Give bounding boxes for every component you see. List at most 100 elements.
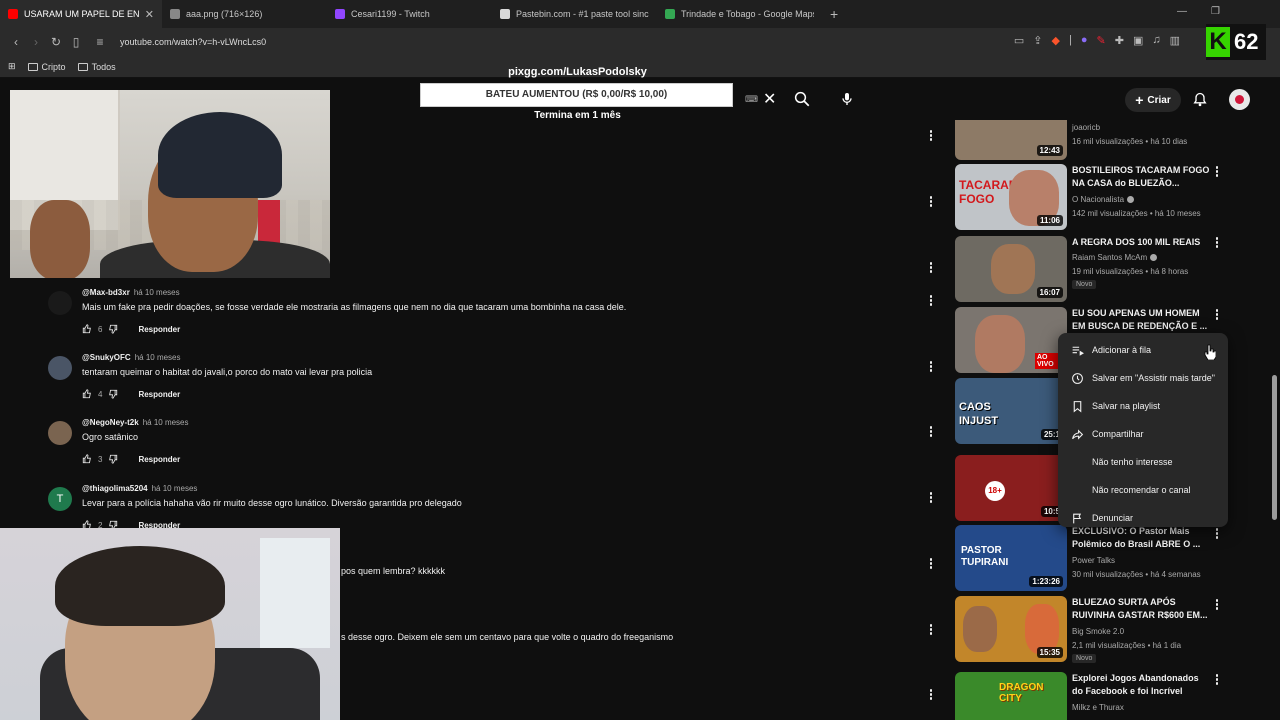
video-title[interactable]: EU SOU APENAS UM HOMEM EM BUSCA DE REDEN…	[1072, 307, 1212, 333]
new-tab-icon[interactable]: +	[830, 6, 838, 22]
bookmark-folder-todos[interactable]: Todos	[77, 62, 116, 72]
like-icon[interactable]	[82, 389, 92, 399]
menu-item-not-interested[interactable]: Não tenho interesse	[1058, 448, 1228, 476]
dislike-icon[interactable]	[108, 454, 118, 464]
like-icon[interactable]	[82, 324, 92, 334]
video-menu-icon[interactable]	[1215, 309, 1219, 321]
comment-author[interactable]: @thiagolima5204 há 10 meses	[82, 484, 197, 493]
apps-grid-icon[interactable]: ⊞	[8, 61, 16, 72]
tab-twitch[interactable]: Cesari1199 - Twitch	[327, 0, 492, 28]
comment-menu-icon[interactable]	[929, 624, 933, 636]
video-thumbnail[interactable]: CAOS INJUST 25:1	[955, 378, 1067, 444]
dislike-icon[interactable]	[108, 324, 118, 334]
comment-menu-icon[interactable]	[929, 262, 933, 274]
menu-item-save-playlist[interactable]: Salvar na playlist	[1058, 392, 1228, 420]
video-title[interactable]: BOSTILEIROS TACARAM FOGO NA CASA do BLUE…	[1072, 164, 1212, 190]
related-video[interactable]: DRAGON CITY Explorei Jogos Abandonados d…	[955, 672, 1235, 720]
reply-button[interactable]: Responder	[138, 390, 180, 399]
video-channel[interactable]: O Nacionalista	[1072, 195, 1135, 204]
forward-icon[interactable]: ›	[26, 35, 46, 49]
reload-icon[interactable]: ↻	[46, 35, 66, 49]
video-thumbnail[interactable]: 18+ 10:5	[955, 455, 1067, 521]
comment-author[interactable]: @SnukyOFC há 10 meses	[82, 353, 181, 362]
menu-item-dont-recommend[interactable]: Não recomendar o canal	[1058, 476, 1228, 504]
video-channel[interactable]: joaoricb	[1072, 123, 1100, 132]
back-icon[interactable]: ‹	[6, 35, 26, 49]
video-thumbnail[interactable]: TACARAM FOGO 11:06	[955, 164, 1067, 230]
related-video[interactable]: 15:35 BLUEZAO SURTA APÓS RUIVINHA GASTAR…	[955, 596, 1235, 663]
video-menu-icon[interactable]	[1215, 599, 1219, 611]
video-thumbnail[interactable]: AO VIVO	[955, 307, 1067, 373]
sidebar-icon[interactable]: ▥	[1170, 34, 1180, 47]
minimize-icon[interactable]: —	[1177, 6, 1187, 17]
video-thumbnail[interactable]: 12:43	[955, 120, 1067, 160]
comment-avatar[interactable]	[48, 421, 72, 445]
comment-avatar[interactable]	[48, 291, 72, 315]
brave-shield-icon[interactable]: ◆	[1052, 34, 1060, 47]
site-info-icon[interactable]: ≡	[90, 35, 110, 49]
clear-search-icon[interactable]: ✕	[763, 89, 776, 109]
comment-menu-icon[interactable]	[929, 295, 933, 307]
comment-menu-icon[interactable]	[929, 196, 933, 208]
comment-menu-icon[interactable]	[929, 492, 933, 504]
tab-google-maps[interactable]: Trindade e Tobago - Google Maps	[657, 0, 822, 28]
related-video[interactable]: 12:43 joaoricb 16 mil visualizações • há…	[955, 120, 1235, 160]
puzzle-icon[interactable]: ✚	[1115, 34, 1124, 47]
menu-item-share[interactable]: Compartilhar	[1058, 420, 1228, 448]
video-title[interactable]: BLUEZAO SURTA APÓS RUIVINHA GASTAR R$600…	[1072, 596, 1212, 622]
menu-item-report[interactable]: Denunciar	[1058, 504, 1228, 532]
reply-button[interactable]: Responder	[138, 325, 180, 334]
comment-menu-icon[interactable]	[929, 426, 933, 438]
bookmark-page-icon[interactable]: ▯	[66, 35, 86, 49]
comment-menu-icon[interactable]	[929, 130, 933, 142]
comment-menu-icon[interactable]	[929, 689, 933, 701]
video-title[interactable]: A REGRA DOS 100 MIL REAIS	[1072, 236, 1212, 249]
like-icon[interactable]	[82, 454, 92, 464]
restore-icon[interactable]: ❐	[1211, 6, 1220, 17]
video-menu-icon[interactable]	[1215, 237, 1219, 249]
tab-youtube[interactable]: USARAM UM PAPEL DE ENTREG ✕	[0, 0, 162, 28]
comment-author[interactable]: @NegoNey-t2k há 10 meses	[82, 418, 189, 427]
video-title[interactable]: Explorei Jogos Abandonados do Facebook e…	[1072, 672, 1212, 698]
video-thumbnail[interactable]: 16:07	[955, 236, 1067, 302]
notifications-bell-icon[interactable]	[1192, 91, 1208, 108]
video-thumbnail[interactable]: 15:35	[955, 596, 1067, 662]
keyboard-icon[interactable]: ⌨	[745, 94, 758, 105]
related-video[interactable]: TACARAM FOGO 11:06 BOSTILEIROS TACARAM F…	[955, 164, 1235, 230]
reply-button[interactable]: Responder	[138, 455, 180, 464]
screenshot-icon[interactable]: ▣	[1133, 34, 1143, 47]
bookmark-folder-cripto[interactable]: Cripto	[27, 62, 66, 72]
extension-red-icon[interactable]: ✎	[1097, 34, 1106, 47]
video-menu-icon[interactable]	[1215, 674, 1219, 686]
video-thumbnail[interactable]: DRAGON CITY	[955, 672, 1067, 720]
video-menu-icon[interactable]	[1215, 166, 1219, 178]
related-video[interactable]: PASTOR TUPIRANI 1:23:26 EXCLUSIVO: O Pas…	[955, 525, 1235, 591]
menu-item-add-to-queue[interactable]: Adicionar à fila	[1058, 336, 1228, 364]
tab-image[interactable]: aaa.png (716×126)	[162, 0, 327, 28]
video-channel[interactable]: Big Smoke 2.0	[1072, 627, 1124, 636]
share-page-icon[interactable]: ⇪	[1033, 34, 1042, 47]
comment-author[interactable]: @Max-bd3xr há 10 meses	[82, 288, 180, 297]
close-tab-icon[interactable]: ✕	[145, 8, 154, 21]
comment-menu-icon[interactable]	[929, 558, 933, 570]
search-icon[interactable]	[793, 90, 811, 108]
sidebar-scrollbar-thumb[interactable]	[1272, 375, 1277, 520]
video-channel[interactable]: Raiam Santos McAm	[1072, 253, 1158, 262]
microphone-icon[interactable]	[839, 90, 855, 108]
comment-menu-icon[interactable]	[929, 361, 933, 373]
extension-purple-icon[interactable]: ●	[1081, 34, 1088, 47]
account-avatar[interactable]	[1229, 89, 1250, 110]
comment-avatar[interactable]	[48, 356, 72, 380]
tab-pastebin[interactable]: Pastebin.com - #1 paste tool since 2(	[492, 0, 657, 28]
video-channel[interactable]: Power Talks	[1072, 556, 1115, 565]
dislike-icon[interactable]	[108, 389, 118, 399]
related-video[interactable]: 16:07 A REGRA DOS 100 MIL REAIS Raiam Sa…	[955, 236, 1235, 302]
create-button[interactable]: + Criar	[1125, 88, 1181, 112]
media-icon[interactable]: ♫	[1152, 34, 1160, 47]
comment-avatar[interactable]: T	[48, 487, 72, 511]
video-thumbnail[interactable]: PASTOR TUPIRANI 1:23:26	[955, 525, 1067, 591]
cast-icon[interactable]: ▭	[1014, 34, 1024, 47]
url-field[interactable]: youtube.com/watch?v=h-vLWncLcs0	[120, 37, 266, 47]
menu-item-watch-later[interactable]: Salvar em "Assistir mais tarde"	[1058, 364, 1228, 392]
video-channel[interactable]: Milkz e Thurax	[1072, 703, 1124, 712]
